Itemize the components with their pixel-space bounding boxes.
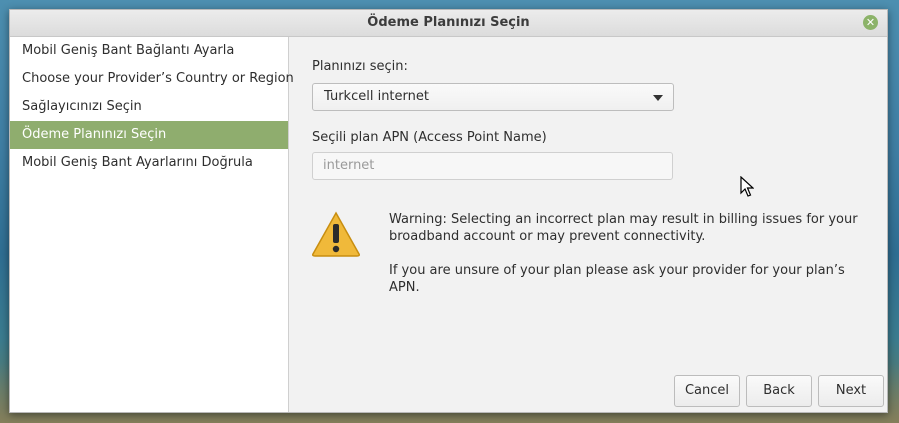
warning-message: Warning: Selecting an incorrect plan may… xyxy=(389,211,859,296)
plan-label: Planınızı seçin: xyxy=(312,59,408,74)
warning-text-line1: Warning: Selecting an incorrect plan may… xyxy=(389,212,858,244)
titlebar[interactable]: Ödeme Planınızı Seçin ✕ xyxy=(10,10,887,37)
main-content: Planınızı seçin: Turkcell internet Seçil… xyxy=(289,37,887,412)
chevron-down-icon xyxy=(653,95,663,101)
sidebar-item-provider[interactable]: Sağlayıcınızı Seçin xyxy=(10,93,288,121)
apn-label: Seçili plan APN (Access Point Name) xyxy=(312,130,547,145)
window-title: Ödeme Planınızı Seçin xyxy=(367,15,530,30)
cancel-button[interactable]: Cancel xyxy=(674,375,740,407)
plan-select-value: Turkcell internet xyxy=(324,89,429,104)
plan-select[interactable]: Turkcell internet xyxy=(312,83,674,111)
apn-field[interactable]: internet xyxy=(312,152,673,180)
next-button[interactable]: Next xyxy=(818,375,884,407)
dialog-window: Ödeme Planınızı Seçin ✕ Mobil Geniş Bant… xyxy=(9,9,888,413)
sidebar-item-setup[interactable]: Mobil Geniş Bant Bağlantı Ayarla xyxy=(10,37,288,65)
sidebar: Mobil Geniş Bant Bağlantı Ayarla Choose … xyxy=(10,37,294,412)
warning-icon xyxy=(312,211,360,257)
warning-text-line2: If you are unsure of your plan please as… xyxy=(389,263,845,295)
sidebar-item-plan[interactable]: Ödeme Planınızı Seçin xyxy=(10,121,288,149)
sidebar-item-confirm[interactable]: Mobil Geniş Bant Ayarlarını Doğrula xyxy=(10,149,288,177)
apn-field-value: internet xyxy=(323,158,375,173)
mouse-cursor-icon xyxy=(740,176,754,197)
close-icon[interactable]: ✕ xyxy=(863,15,878,30)
sidebar-item-country[interactable]: Choose your Provider’s Country or Region xyxy=(10,65,294,93)
back-button[interactable]: Back xyxy=(746,375,812,407)
